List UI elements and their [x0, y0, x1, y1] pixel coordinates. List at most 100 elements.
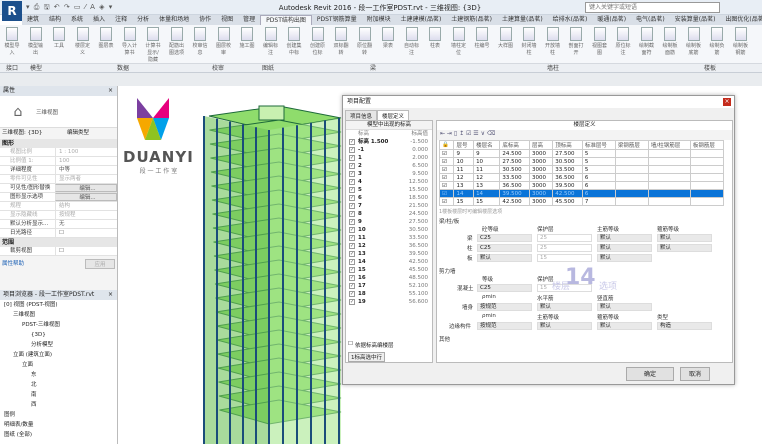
- table-cell[interactable]: 3000: [528, 165, 554, 174]
- level-checkbox[interactable]: ✓: [349, 259, 355, 265]
- table-cell[interactable]: [647, 181, 691, 190]
- level-checkbox[interactable]: ✓: [349, 283, 355, 289]
- table-cell[interactable]: 3000: [528, 197, 554, 206]
- tab-0[interactable]: 建筑: [22, 15, 44, 25]
- level-checkbox[interactable]: ✓: [349, 251, 355, 257]
- table-cell[interactable]: 12: [453, 173, 475, 182]
- table-cell[interactable]: 11: [453, 165, 475, 174]
- table-cell[interactable]: [647, 189, 691, 198]
- row-checkbox[interactable]: ☑: [438, 181, 455, 190]
- table-cell[interactable]: 7: [581, 197, 616, 206]
- row-checkbox[interactable]: ☑: [438, 173, 455, 182]
- table-cell[interactable]: 9: [473, 149, 501, 158]
- edit-type-button[interactable]: 编辑类型: [67, 128, 89, 139]
- table-cell[interactable]: [647, 197, 691, 206]
- edit-button[interactable]: 编辑...: [55, 184, 117, 192]
- table-cell[interactable]: [689, 165, 725, 174]
- tree-item[interactable]: 北: [4, 380, 117, 390]
- table-cell[interactable]: [689, 149, 725, 158]
- ribbon-button[interactable]: 梁表: [380, 27, 396, 49]
- checkbox[interactable]: ☐: [55, 229, 117, 237]
- tab-17[interactable]: 暖通(品茗): [592, 15, 631, 25]
- tab-2[interactable]: 系统: [66, 15, 88, 25]
- tree-item[interactable]: PDST-三维视图: [4, 320, 117, 330]
- table-cell[interactable]: 6: [581, 189, 616, 198]
- wall-rho-select[interactable]: 按规范: [477, 303, 532, 311]
- property-value[interactable]: 无: [55, 220, 117, 228]
- tree-item[interactable]: 图纸 (全部): [4, 430, 117, 440]
- tab-11[interactable]: PDST钢筋算量: [312, 15, 362, 25]
- ribbon-button[interactable]: 柱编号: [474, 27, 490, 49]
- tree-item[interactable]: 明细表/数量: [4, 420, 117, 430]
- row-checkbox[interactable]: ☑: [438, 149, 455, 158]
- level-row[interactable]: ✓ 11 33.500: [346, 234, 432, 242]
- level-checkbox[interactable]: ✓: [349, 155, 355, 161]
- level-checkbox[interactable]: ✓: [349, 275, 355, 281]
- slab-concrete-select[interactable]: 默认: [477, 254, 532, 262]
- tab-10[interactable]: PDST结构出图: [260, 15, 312, 25]
- beam-cover-input[interactable]: 25: [537, 234, 592, 242]
- level-row[interactable]: ✓ 5 15.500: [346, 186, 432, 194]
- tab-13[interactable]: 土建建模(品茗): [396, 15, 447, 25]
- ribbon-button[interactable]: 柱表: [427, 27, 443, 49]
- table-cell[interactable]: 33.500: [552, 165, 583, 174]
- table-cell[interactable]: 14: [453, 189, 475, 198]
- ribbon-button[interactable]: 绘制板钢筋: [733, 27, 749, 56]
- table-row[interactable]: ☑ 11 11 30.500 3000 33.500 5: [438, 165, 725, 174]
- table-cell[interactable]: [647, 149, 691, 158]
- table-cell[interactable]: 42.500: [499, 197, 530, 206]
- table-cell[interactable]: [689, 181, 725, 190]
- tree-item[interactable]: 分析模型: [4, 340, 117, 350]
- level-row[interactable]: ✓ 19 56.600: [346, 298, 432, 306]
- table-cell[interactable]: 30.500: [552, 157, 583, 166]
- level-checkbox[interactable]: ✓: [349, 227, 355, 233]
- apply-button[interactable]: 应用: [85, 259, 115, 269]
- ok-button[interactable]: 确定: [626, 367, 674, 381]
- crop-view-checkbox[interactable]: ☐: [55, 247, 117, 255]
- level-row[interactable]: ✓ 4 12.500: [346, 178, 432, 186]
- tree-item[interactable]: 东: [4, 370, 117, 380]
- table-cell[interactable]: 10: [473, 157, 501, 166]
- revit-app-menu-button[interactable]: R: [2, 1, 22, 21]
- table-cell[interactable]: 27.500: [499, 157, 530, 166]
- ribbon-button[interactable]: 计算书显示/隐藏: [145, 27, 161, 63]
- table-cell[interactable]: 3000: [528, 181, 554, 190]
- tab-6[interactable]: 体量和场地: [154, 15, 194, 25]
- level-checkbox[interactable]: ✓: [349, 171, 355, 177]
- slab-main-select[interactable]: 默认: [597, 254, 652, 262]
- level-row[interactable]: ✓ 8 24.500: [346, 210, 432, 218]
- level-row[interactable]: ✓ 16 48.500: [346, 274, 432, 282]
- slab-cover-input[interactable]: 15: [537, 254, 592, 262]
- table-row[interactable]: ☑ 9 9 24.500 3000 27.500 5: [438, 149, 725, 158]
- table-cell[interactable]: 39.500: [499, 189, 530, 198]
- ribbon-button[interactable]: 墙柱定位: [451, 27, 467, 56]
- ribbon-button[interactable]: 图层表: [98, 27, 114, 49]
- table-row[interactable]: ☑ 15 15 42.500 3000 45.500 7: [438, 197, 725, 206]
- level-row[interactable]: ✓ 12 36.500: [346, 242, 432, 250]
- table-cell[interactable]: 6: [581, 181, 616, 190]
- ribbon-button[interactable]: 编辑标注: [263, 27, 279, 56]
- section-extents[interactable]: 范围: [0, 238, 117, 247]
- level-row[interactable]: ✓ 15 45.500: [346, 266, 432, 274]
- ribbon-button[interactable]: 视图套图: [592, 27, 608, 56]
- table-row[interactable]: ☑ 10 10 27.500 3000 30.500 5: [438, 157, 725, 166]
- table-cell[interactable]: [614, 157, 649, 166]
- column-cover-input[interactable]: 25: [537, 244, 592, 252]
- table-row[interactable]: ☑ 14 14 39.500 3000 42.500 6: [438, 189, 725, 198]
- table-cell[interactable]: 6: [581, 173, 616, 182]
- tab-1[interactable]: 结构: [44, 15, 66, 25]
- ribbon-button[interactable]: 创建原位标: [310, 27, 326, 56]
- table-row[interactable]: ☑ 12 12 33.500 3000 36.500 6: [438, 173, 725, 182]
- type-selector[interactable]: ⌂ 三维视图: [0, 96, 117, 128]
- table-cell[interactable]: [614, 173, 649, 182]
- level-checkbox[interactable]: ✓: [349, 163, 355, 169]
- level-row[interactable]: ✓ 17 52.100: [346, 282, 432, 290]
- table-cell[interactable]: [689, 197, 725, 206]
- table-cell[interactable]: 5: [581, 165, 616, 174]
- tree-item[interactable]: 图例: [4, 410, 117, 420]
- ribbon-button[interactable]: 校审信息: [192, 27, 208, 56]
- table-cell[interactable]: 45.500: [552, 197, 583, 206]
- column-stirrup-select[interactable]: 默认: [657, 244, 712, 252]
- tree-item[interactable]: 立面: [4, 360, 117, 370]
- table-cell[interactable]: [614, 149, 649, 158]
